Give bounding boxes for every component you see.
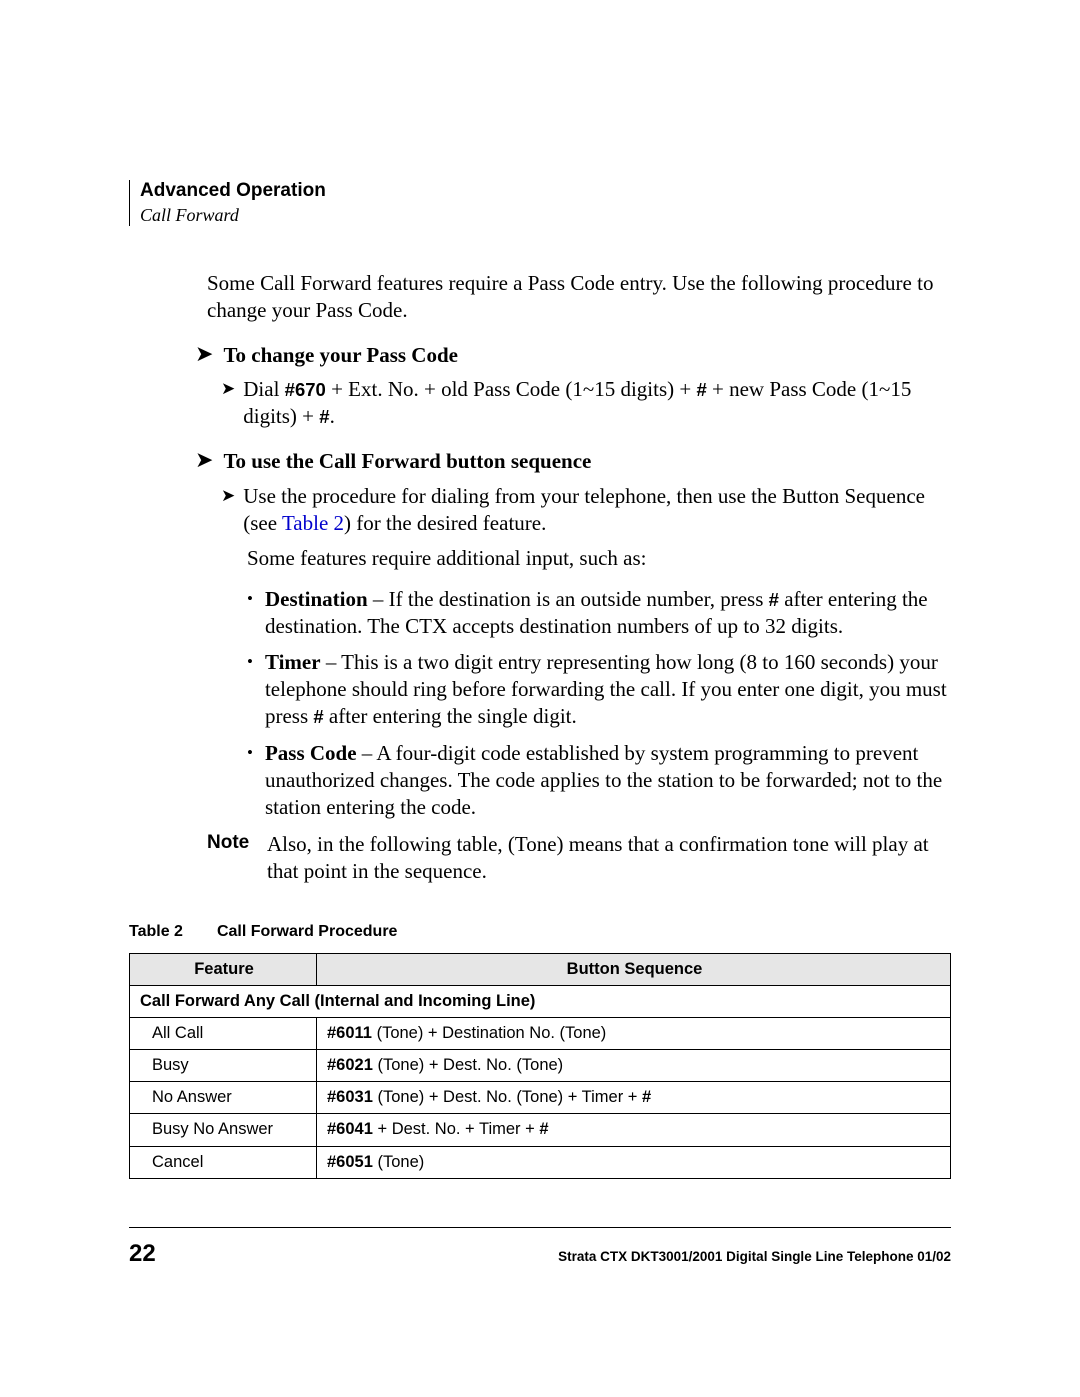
sequence-text: (Tone) bbox=[373, 1153, 424, 1171]
sequence-text: (Tone) + Dest. No. (Tone) + Timer + bbox=[373, 1088, 642, 1106]
additional-input-intro: Some features require additional input, … bbox=[247, 545, 951, 572]
arrow-icon: ➤ bbox=[221, 487, 235, 504]
step-text: ) for the desired feature. bbox=[344, 511, 546, 535]
procedure-change-pass-code: ➤ To change your Pass Code bbox=[195, 342, 951, 369]
th-feature: Feature bbox=[130, 953, 317, 985]
bullet-pass-code: • Pass Code – A four-digit code establis… bbox=[247, 740, 951, 821]
step-text: . bbox=[330, 404, 335, 428]
feature-cell: Busy bbox=[130, 1050, 317, 1082]
note-label: Note bbox=[207, 831, 263, 855]
procedure-use-button-sequence: ➤ To use the Call Forward button sequenc… bbox=[195, 448, 951, 475]
table-number: Table 2 bbox=[129, 923, 183, 940]
bullet-text: – If the destination is an outside numbe… bbox=[368, 587, 769, 611]
procedure-step: ➤ Dial #670 + Ext. No. + old Pass Code (… bbox=[221, 376, 951, 430]
bullet-icon: • bbox=[247, 588, 253, 610]
bullet-text: – A four-digit code established by syste… bbox=[265, 741, 942, 819]
procedure-title: To change your Pass Code bbox=[223, 342, 458, 369]
bullet-label: Timer bbox=[265, 650, 321, 674]
page-header: Advanced Operation Call Forward bbox=[129, 180, 951, 226]
feature-cell: All Call bbox=[130, 1018, 317, 1050]
page-footer: 22 Strata CTX DKT3001/2001 Digital Singl… bbox=[129, 1227, 951, 1268]
bullet-timer: • Timer – This is a two digit entry repr… bbox=[247, 649, 951, 730]
step-text: Dial bbox=[243, 377, 284, 401]
dial-code: #6031 bbox=[327, 1088, 373, 1106]
intro-paragraph: Some Call Forward features require a Pas… bbox=[207, 270, 951, 324]
hash-key: # bbox=[539, 1120, 548, 1138]
sequence-cell: #6051 (Tone) bbox=[317, 1146, 951, 1178]
note-text: Also, in the following table, (Tone) mea… bbox=[267, 831, 951, 885]
dial-code: #6011 bbox=[327, 1024, 372, 1042]
bullet-label: Destination bbox=[265, 587, 368, 611]
sequence-cell: #6021 (Tone) + Dest. No. (Tone) bbox=[317, 1050, 951, 1082]
hash-key: # bbox=[642, 1088, 651, 1106]
header-section: Call Forward bbox=[140, 205, 951, 226]
header-chapter: Advanced Operation bbox=[140, 180, 951, 203]
table-row: Busy#6021 (Tone) + Dest. No. (Tone) bbox=[130, 1050, 951, 1082]
bullet-icon: • bbox=[247, 742, 253, 764]
table-2-link[interactable]: Table 2 bbox=[282, 511, 344, 535]
footer-text: Strata CTX DKT3001/2001 Digital Single L… bbox=[558, 1249, 951, 1264]
sequence-text: (Tone) + Dest. No. (Tone) bbox=[373, 1056, 563, 1074]
procedure-step: ➤ Use the procedure for dialing from you… bbox=[221, 483, 951, 537]
bullet-destination: • Destination – If the destination is an… bbox=[247, 586, 951, 640]
dial-code: #670 bbox=[285, 379, 326, 400]
feature-cell: No Answer bbox=[130, 1082, 317, 1114]
call-forward-procedure-table: Feature Button Sequence Call Forward Any… bbox=[129, 953, 951, 1179]
table-body: Call Forward Any Call (Internal and Inco… bbox=[130, 986, 951, 1179]
bullet-label: Pass Code bbox=[265, 741, 357, 765]
sequence-cell: #6031 (Tone) + Dest. No. (Tone) + Timer … bbox=[317, 1082, 951, 1114]
table-row: Busy No Answer#6041 + Dest. No. + Timer … bbox=[130, 1114, 951, 1146]
bullet-text: after entering the single digit. bbox=[324, 704, 577, 728]
table-section-row: Call Forward Any Call (Internal and Inco… bbox=[130, 986, 951, 1018]
sequence-text: (Tone) + Destination No. (Tone) bbox=[372, 1024, 606, 1042]
feature-cell: Busy No Answer bbox=[130, 1114, 317, 1146]
table-row: No Answer#6031 (Tone) + Dest. No. (Tone)… bbox=[130, 1082, 951, 1114]
feature-cell: Cancel bbox=[130, 1146, 317, 1178]
dial-code: #6051 bbox=[327, 1153, 373, 1171]
page-number: 22 bbox=[129, 1240, 156, 1268]
section-title: Call Forward Any Call (Internal and Inco… bbox=[130, 986, 951, 1018]
table-row: Cancel#6051 (Tone) bbox=[130, 1146, 951, 1178]
table-row: All Call#6011 (Tone) + Destination No. (… bbox=[130, 1018, 951, 1050]
arrow-icon: ➤ bbox=[195, 343, 213, 365]
sequence-text: + Dest. No. + Timer + bbox=[373, 1120, 539, 1138]
bullet-icon: • bbox=[247, 651, 253, 673]
sequence-cell: #6041 + Dest. No. + Timer + # bbox=[317, 1114, 951, 1146]
arrow-icon: ➤ bbox=[195, 449, 213, 471]
sequence-cell: #6011 (Tone) + Destination No. (Tone) bbox=[317, 1018, 951, 1050]
table-header: Feature Button Sequence bbox=[130, 953, 951, 985]
procedure-title: To use the Call Forward button sequence bbox=[223, 448, 591, 475]
table-header-row: Feature Button Sequence bbox=[130, 953, 951, 985]
hash-key: # bbox=[696, 379, 706, 400]
note: Note Also, in the following table, (Tone… bbox=[207, 831, 951, 885]
arrow-icon: ➤ bbox=[221, 380, 235, 397]
body-content: Some Call Forward features require a Pas… bbox=[207, 270, 951, 1179]
hash-key: # bbox=[769, 589, 779, 610]
hash-key: # bbox=[313, 706, 323, 727]
hash-key: # bbox=[319, 406, 329, 427]
th-button-sequence: Button Sequence bbox=[317, 953, 951, 985]
dial-code: #6041 bbox=[327, 1120, 373, 1138]
table-caption: Table 2 Call Forward Procedure bbox=[129, 922, 951, 942]
table-title: Call Forward Procedure bbox=[217, 923, 398, 940]
dial-code: #6021 bbox=[327, 1056, 373, 1074]
step-text: + Ext. No. + old Pass Code (1~15 digits)… bbox=[326, 377, 697, 401]
